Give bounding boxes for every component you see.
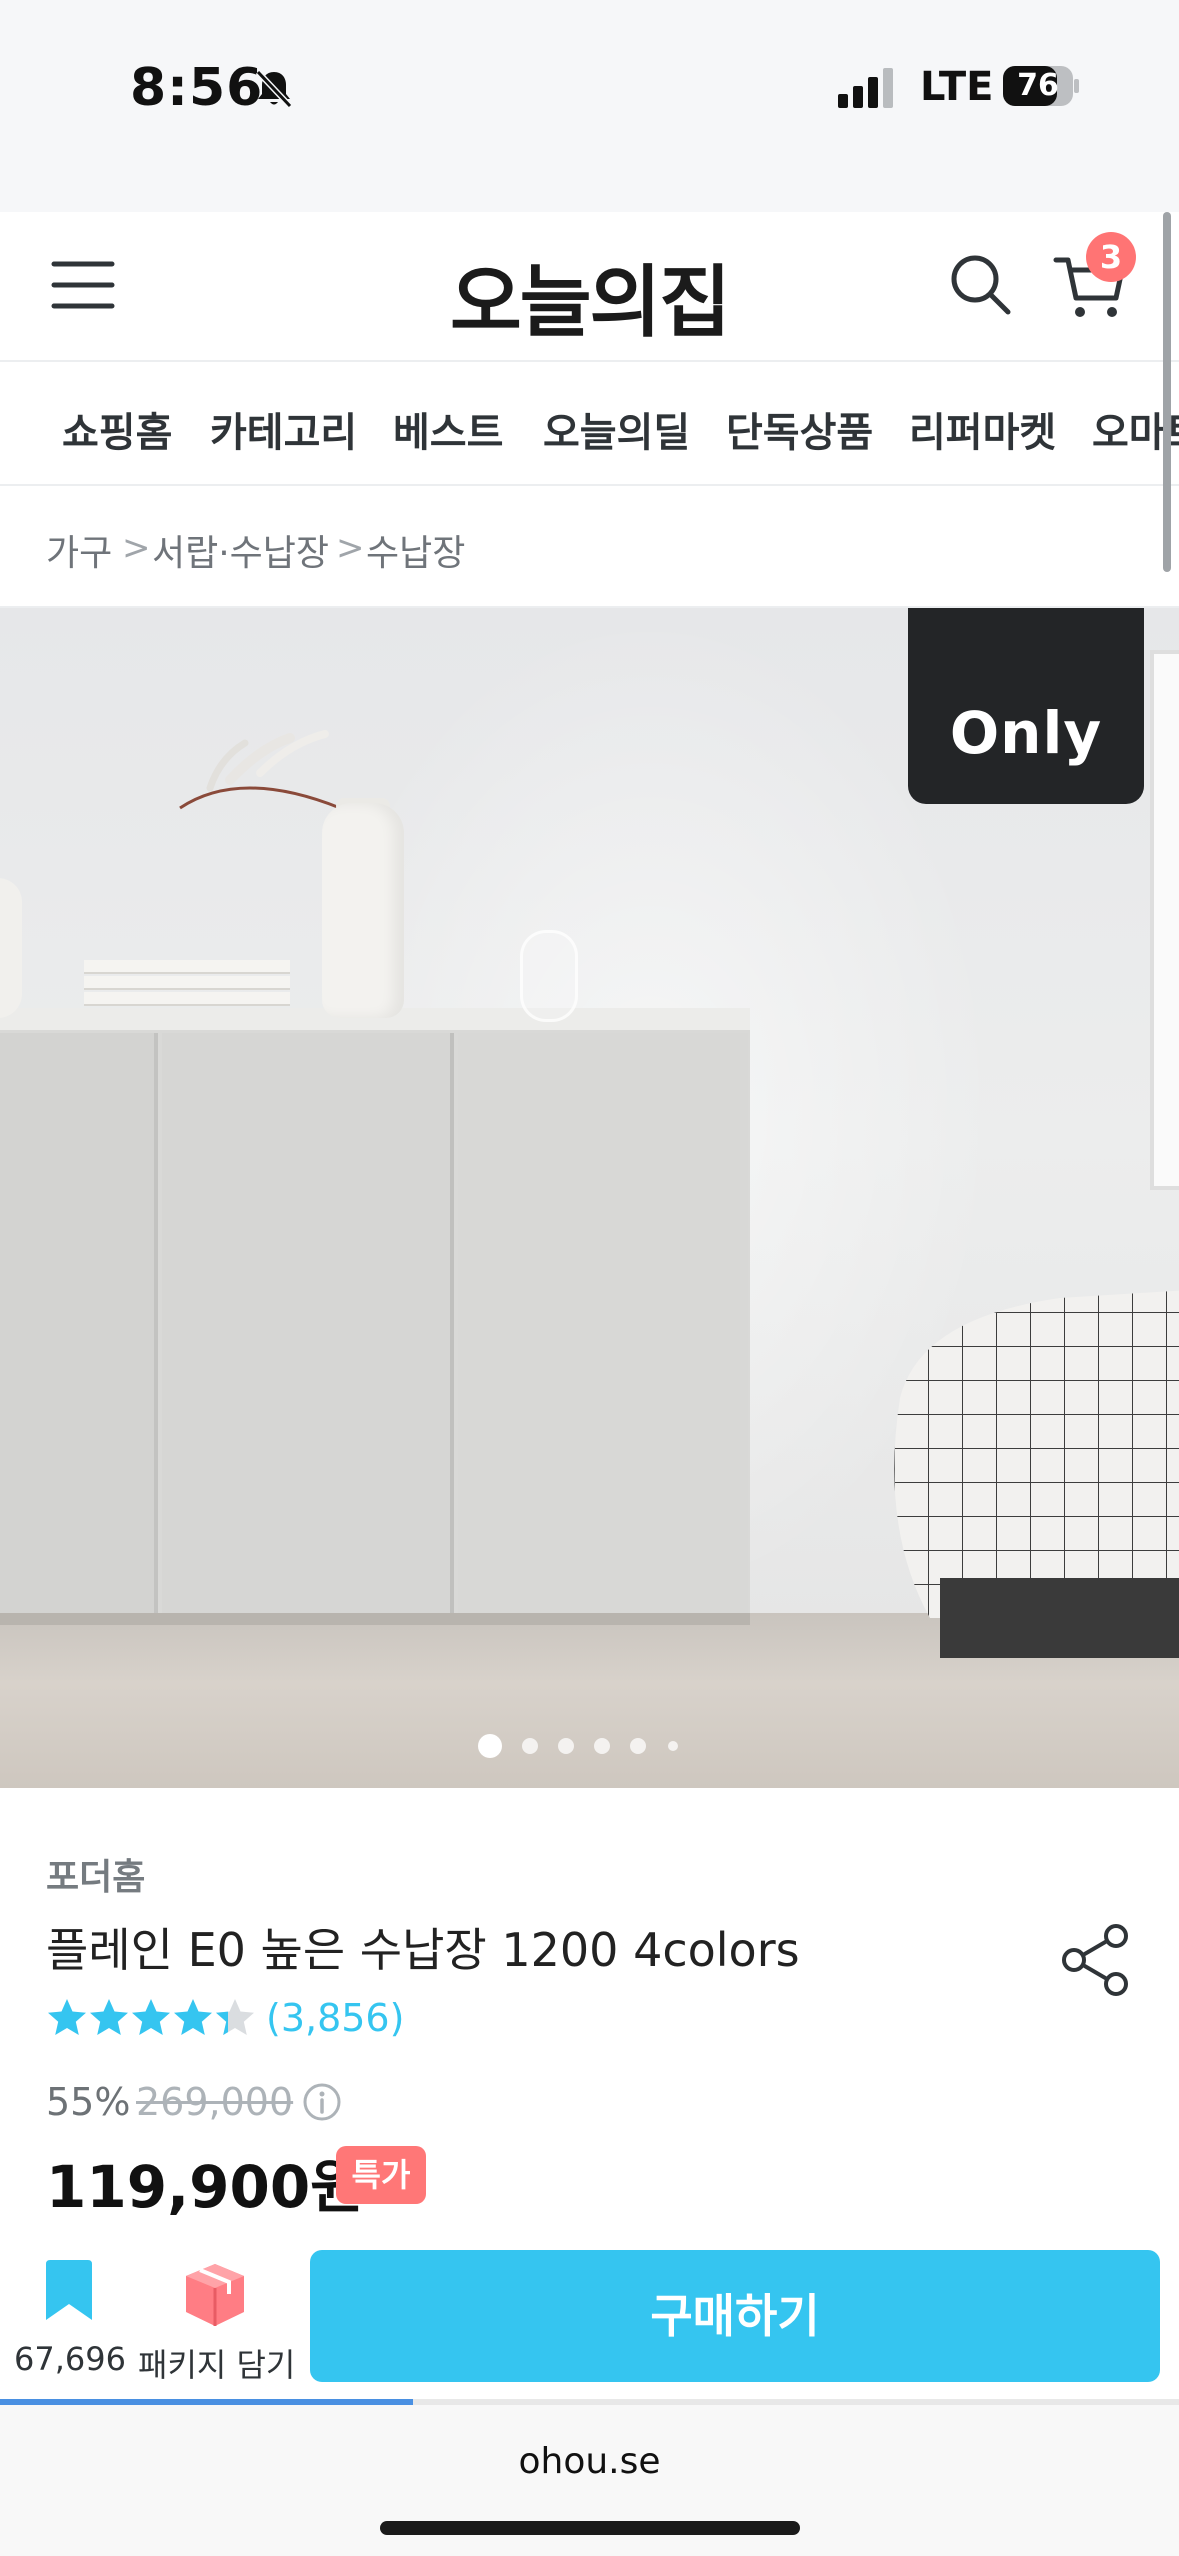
carousel-dot[interactable] bbox=[630, 1738, 646, 1754]
product-image-carousel[interactable]: Only bbox=[0, 608, 1179, 1788]
package-box-icon[interactable] bbox=[180, 2260, 250, 2328]
nav-item-best[interactable]: 베스트 bbox=[393, 400, 503, 458]
network-type: LTE bbox=[920, 64, 994, 110]
info-icon[interactable] bbox=[302, 2082, 342, 2122]
brand-name[interactable]: 포더홈 bbox=[46, 1848, 145, 1900]
breadcrumb-item[interactable]: 서랍·수납장 bbox=[152, 524, 329, 576]
bell-slash-icon bbox=[255, 69, 293, 109]
app-header: 오늘의집 3 bbox=[0, 212, 1179, 362]
purchase-action-bar: 67,696 패키지 담기 구매하기 bbox=[0, 2236, 1179, 2406]
url-text[interactable]: ohou.se bbox=[0, 2441, 1179, 2482]
nav-item-shopping-home[interactable]: 쇼핑홈 bbox=[62, 400, 172, 458]
cabinet-door bbox=[0, 1033, 158, 1613]
only-badge: Only bbox=[908, 608, 1144, 804]
stacked-books bbox=[84, 960, 290, 1012]
breadcrumb-separator: > bbox=[122, 528, 151, 568]
cabinet-door bbox=[162, 1033, 454, 1613]
star-rating bbox=[48, 1999, 254, 2035]
window-frame bbox=[1150, 650, 1179, 1190]
sale-price: 119,900원 bbox=[46, 2153, 364, 2221]
carousel-dot[interactable] bbox=[594, 1738, 610, 1754]
nav-item-exclusive[interactable]: 단독상품 bbox=[726, 400, 873, 458]
carousel-dot[interactable] bbox=[522, 1738, 538, 1754]
breadcrumb-item[interactable]: 가구 bbox=[46, 524, 112, 576]
scrollbar[interactable] bbox=[1163, 212, 1171, 572]
signal-icon bbox=[838, 68, 893, 108]
battery-level: 76 bbox=[1017, 68, 1059, 103]
vase bbox=[0, 878, 22, 1018]
nav-item-todays-deal[interactable]: 오늘의딜 bbox=[543, 400, 690, 458]
review-count-link[interactable]: (3,856) bbox=[266, 1996, 404, 2040]
cart-count-badge: 3 bbox=[1086, 232, 1136, 282]
status-bar: 8:56 LTE 76 bbox=[0, 0, 1179, 212]
cabinet-door bbox=[458, 1033, 748, 1613]
category-nav: 쇼핑홈 카테고리 베스트 오늘의딜 단독상품 리퍼마켓 오마트 bbox=[0, 364, 1179, 486]
buy-button[interactable]: 구매하기 bbox=[310, 2250, 1160, 2382]
nav-item-refurb-market[interactable]: 리퍼마켓 bbox=[909, 400, 1056, 458]
breadcrumb-separator: > bbox=[336, 528, 365, 568]
home-indicator[interactable] bbox=[380, 2521, 800, 2535]
product-title: 플레인 E0 높은 수납장 1200 4colors bbox=[46, 1923, 800, 1977]
browser-address-bar[interactable]: ohou.se bbox=[0, 2405, 1179, 2556]
vase bbox=[322, 803, 404, 1018]
glass-vase bbox=[520, 930, 578, 1022]
carousel-dot[interactable] bbox=[668, 1741, 678, 1751]
breadcrumb-item[interactable]: 수납장 bbox=[366, 524, 465, 576]
cabinet-base-shadow bbox=[0, 1613, 750, 1625]
nav-item-category[interactable]: 카테고리 bbox=[210, 400, 357, 458]
carousel-dot[interactable] bbox=[478, 1734, 502, 1758]
carousel-dot[interactable] bbox=[558, 1738, 574, 1754]
bed-with-checked-duvet bbox=[894, 1290, 1179, 1658]
add-package-label[interactable]: 패키지 담기 bbox=[138, 2340, 295, 2386]
bookmark-count: 67,696 bbox=[14, 2340, 126, 2378]
special-deal-badge: 특가 bbox=[336, 2146, 426, 2204]
discount-rate: 55% bbox=[46, 2080, 131, 2124]
bookmark-icon[interactable] bbox=[42, 2260, 96, 2322]
breadcrumb: 가구 > 서랍·수납장 > 수납장 bbox=[0, 488, 1179, 608]
status-time: 8:56 bbox=[130, 58, 264, 118]
share-icon[interactable] bbox=[1058, 1922, 1134, 1998]
search-icon[interactable] bbox=[948, 252, 1012, 316]
original-price: 269,000 bbox=[136, 2080, 294, 2124]
dried-branch bbox=[179, 730, 341, 810]
